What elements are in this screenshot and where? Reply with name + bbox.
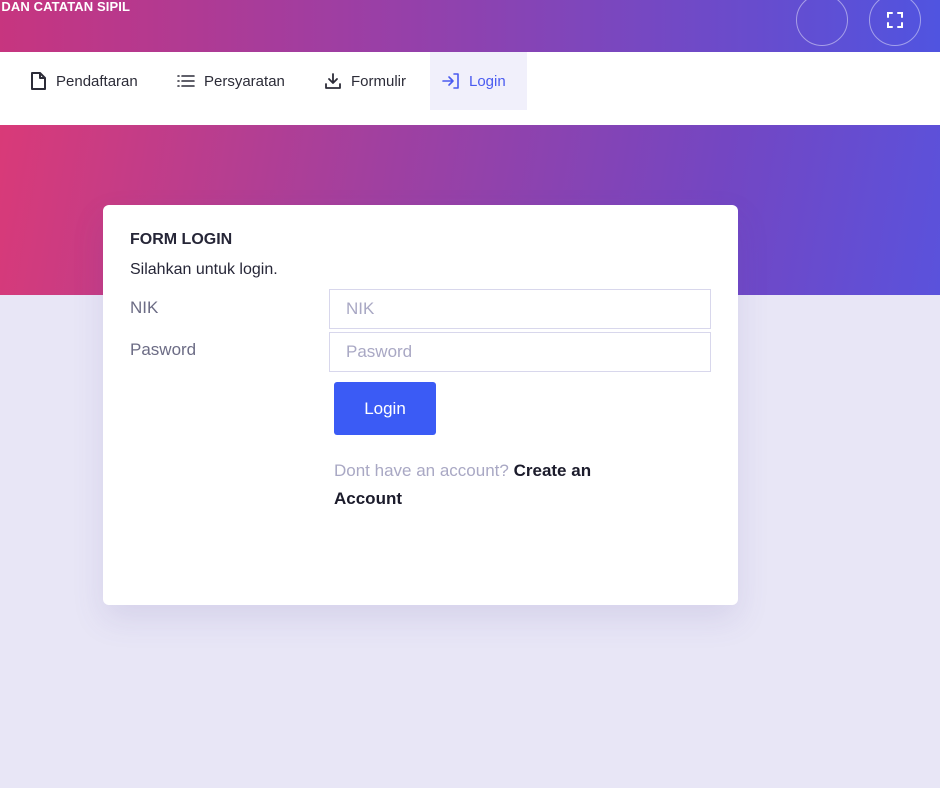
nav-item-label: Login: [469, 72, 506, 90]
login-icon: [442, 72, 460, 90]
document-icon: [29, 72, 47, 90]
nav-item-persyaratan[interactable]: Persyaratan: [165, 52, 297, 110]
nav-item-label: Pendaftaran: [56, 72, 138, 90]
password-input[interactable]: [329, 332, 711, 372]
fullscreen-button[interactable]: [869, 0, 921, 46]
signup-prompt-text: Dont have an account?: [334, 461, 509, 480]
form-subtitle: Silahkan untuk login.: [130, 261, 278, 278]
nav-item-login[interactable]: Login: [430, 52, 527, 110]
signup-prompt: Dont have an account? Create an Account: [334, 457, 614, 513]
login-card: FORM LOGIN Silahkan untuk login. NIK Pas…: [103, 205, 738, 605]
nav-item-label: Persyaratan: [204, 72, 285, 90]
nav-item-label: Formulir: [351, 72, 406, 90]
nav-item-pendaftaran[interactable]: Pendaftaran: [17, 52, 150, 110]
password-label: Pasword: [130, 340, 197, 359]
app-brand-title: I DAN CATATAN SIPIL: [0, 0, 130, 14]
nik-input[interactable]: [329, 289, 711, 329]
list-icon: [177, 72, 195, 90]
download-icon: [324, 72, 342, 90]
nik-label: NIK: [130, 298, 159, 317]
main-navigation: Pendaftaran Persyaratan Formulir Login: [0, 52, 940, 125]
fullscreen-icon: [887, 12, 903, 28]
form-title: FORM LOGIN: [130, 231, 233, 248]
user-avatar-button[interactable]: [796, 0, 848, 46]
top-header-bar: I DAN CATATAN SIPIL: [0, 0, 940, 52]
login-button[interactable]: Login: [334, 382, 436, 435]
nav-item-formulir[interactable]: Formulir: [312, 52, 418, 110]
